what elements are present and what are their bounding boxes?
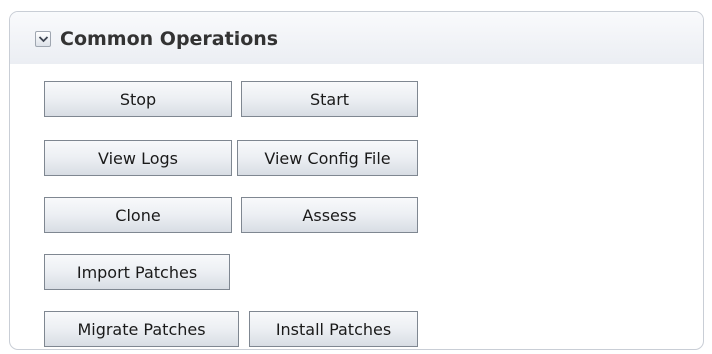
chevron-down-icon [38,36,49,43]
clone-button[interactable]: Clone [44,197,232,233]
view-config-file-button[interactable]: View Config File [237,140,418,176]
common-operations-panel: Common Operations Stop Start View Logs V… [9,11,704,350]
panel-header: Common Operations [10,12,703,64]
start-button[interactable]: Start [241,81,418,117]
panel-title: Common Operations [60,28,279,50]
assess-button[interactable]: Assess [241,197,418,233]
view-logs-button[interactable]: View Logs [44,140,232,176]
import-patches-button[interactable]: Import Patches [44,254,230,290]
migrate-patches-button[interactable]: Migrate Patches [44,311,239,347]
stop-button[interactable]: Stop [44,81,232,117]
collapse-toggle[interactable] [35,31,51,47]
install-patches-button[interactable]: Install Patches [249,311,418,347]
